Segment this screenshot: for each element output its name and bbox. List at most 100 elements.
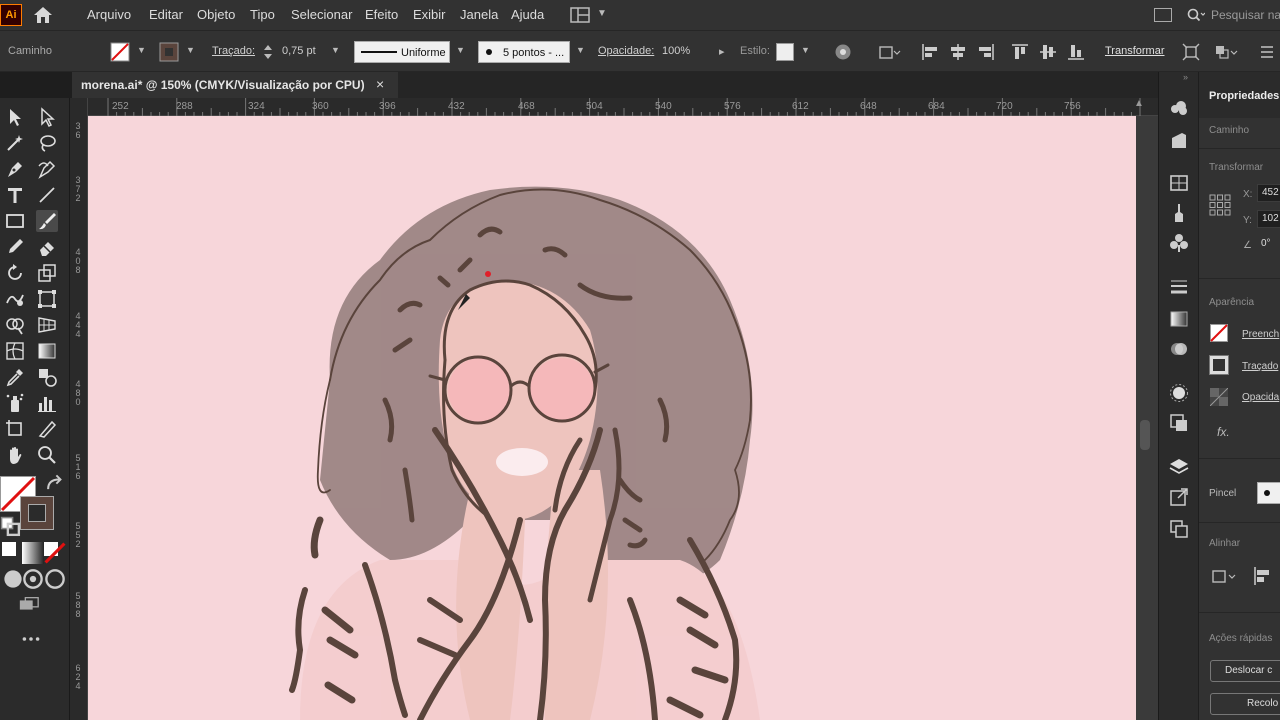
opacity-checker-icon[interactable] bbox=[1209, 387, 1229, 407]
draw-normal-icon[interactable] bbox=[2, 568, 22, 588]
search-box[interactable]: Pesquisar na bbox=[1185, 5, 1280, 25]
menu-editar[interactable]: Editar bbox=[149, 7, 183, 22]
eraser-tool-icon[interactable] bbox=[36, 236, 58, 258]
arrange-icon[interactable] bbox=[1214, 43, 1238, 61]
fx-icon[interactable]: fx. bbox=[1217, 425, 1230, 439]
stroke-color-icon[interactable] bbox=[1209, 355, 1229, 375]
stepper-icon[interactable] bbox=[262, 42, 274, 62]
default-fill-stroke-icon[interactable] bbox=[0, 516, 21, 537]
document-tab[interactable]: morena.ai* @ 150% (CMYK/Visualização por… bbox=[72, 72, 398, 98]
artboard-tool-icon[interactable] bbox=[4, 418, 26, 440]
color-mode-icon[interactable] bbox=[2, 542, 16, 556]
swap-fill-stroke-icon[interactable] bbox=[44, 474, 62, 490]
offset-path-button[interactable]: Deslocar c bbox=[1210, 660, 1280, 682]
gradient-tool-icon[interactable] bbox=[36, 340, 58, 362]
transform-link[interactable]: Transformar bbox=[1105, 45, 1165, 57]
workspace-grid-icon[interactable] bbox=[570, 7, 590, 23]
stroke-panel-icon[interactable] bbox=[1168, 276, 1190, 298]
panel-toggle-icon[interactable] bbox=[1154, 8, 1172, 22]
canvas-scroll-track[interactable] bbox=[1136, 116, 1158, 720]
chevron-right-icon[interactable]: ▸ bbox=[719, 45, 725, 58]
search-input[interactable]: Pesquisar na bbox=[1211, 8, 1280, 22]
slice-tool-icon[interactable] bbox=[36, 418, 58, 440]
opacity-label[interactable]: Opacida bbox=[1242, 392, 1279, 403]
paintbrush-tool-icon[interactable] bbox=[36, 210, 58, 232]
align-bottom-icon[interactable] bbox=[1067, 43, 1085, 61]
align-top-icon[interactable] bbox=[1011, 43, 1029, 61]
type-tool-icon[interactable] bbox=[4, 184, 26, 206]
align-to-icon[interactable] bbox=[878, 43, 901, 61]
menu-janela[interactable]: Janela bbox=[460, 7, 498, 22]
horizontal-ruler[interactable]: 252 288 324 360 396 432 468 504 540 576 … bbox=[72, 98, 1158, 116]
none-mode-icon[interactable] bbox=[44, 542, 66, 564]
symbols-icon[interactable] bbox=[1168, 232, 1190, 254]
artboard-canvas[interactable] bbox=[88, 116, 1136, 720]
magic-wand-tool-icon[interactable] bbox=[4, 132, 26, 154]
shaper-tool-icon[interactable] bbox=[4, 236, 26, 258]
panel-menu-icon[interactable] bbox=[1258, 43, 1276, 61]
collapse-icon[interactable]: » bbox=[1183, 72, 1188, 82]
menu-arquivo[interactable]: Arquivo bbox=[87, 7, 131, 22]
chevron-down-icon[interactable]: ▼ bbox=[186, 45, 195, 55]
mesh-tool-icon[interactable] bbox=[4, 340, 26, 362]
chevron-down-icon[interactable]: ▼ bbox=[801, 45, 810, 55]
pen-tool-icon[interactable] bbox=[4, 158, 26, 180]
rotate-tool-icon[interactable] bbox=[4, 262, 26, 284]
stroke-weight-input[interactable]: 0,75 pt bbox=[282, 45, 316, 57]
recolor-icon[interactable] bbox=[834, 43, 852, 61]
export-icon[interactable] bbox=[1168, 486, 1190, 508]
lasso-tool-icon[interactable] bbox=[36, 132, 58, 154]
artboards-icon[interactable] bbox=[1168, 518, 1190, 540]
chevron-down-icon[interactable]: ▼ bbox=[576, 45, 585, 55]
align-center-icon[interactable] bbox=[949, 43, 967, 61]
variable-width-profile[interactable]: Uniforme bbox=[354, 41, 450, 63]
symbol-sprayer-tool-icon[interactable] bbox=[4, 392, 26, 414]
gradient-panel-icon[interactable] bbox=[1168, 308, 1190, 330]
layers-icon[interactable] bbox=[1168, 456, 1190, 478]
chevron-down-icon[interactable]: ▼ bbox=[456, 45, 465, 55]
graphic-styles-icon[interactable] bbox=[1168, 412, 1190, 434]
chevron-down-icon[interactable]: ▼ bbox=[331, 45, 340, 55]
draw-inside-icon[interactable] bbox=[44, 568, 65, 589]
draw-behind-icon[interactable] bbox=[22, 568, 43, 589]
screen-mode-icon[interactable] bbox=[18, 594, 42, 612]
opacity-label[interactable]: Opacidade: bbox=[598, 45, 654, 57]
properties-title[interactable]: Propriedades bbox=[1209, 90, 1279, 102]
x-input[interactable]: 452 bbox=[1257, 184, 1280, 202]
libraries-icon[interactable] bbox=[1168, 98, 1190, 120]
rectangle-tool-icon[interactable] bbox=[4, 210, 26, 232]
warp-tool-icon[interactable] bbox=[4, 288, 26, 310]
eyedropper-tool-icon[interactable] bbox=[4, 366, 26, 388]
align-left-icon[interactable] bbox=[921, 43, 939, 61]
blend-tool-icon[interactable] bbox=[36, 366, 58, 388]
asset-export-icon[interactable] bbox=[1168, 130, 1190, 152]
menu-objeto[interactable]: Objeto bbox=[197, 7, 235, 22]
brush-definition[interactable]: 5 pontos - ... bbox=[478, 41, 570, 63]
fill-none-swatch-icon[interactable] bbox=[110, 42, 130, 62]
stroke-swatch-icon[interactable] bbox=[159, 42, 179, 62]
stroke-label[interactable]: Traçado bbox=[1242, 361, 1278, 372]
free-transform-tool-icon[interactable] bbox=[36, 288, 58, 310]
direct-selection-tool-icon[interactable] bbox=[36, 106, 58, 128]
stroke-label[interactable]: Traçado: bbox=[212, 45, 255, 57]
color-guide-icon[interactable] bbox=[1168, 172, 1190, 194]
brushes-icon[interactable] bbox=[1168, 202, 1190, 224]
vertical-ruler[interactable]: 36 372 408 444 480 516 552 588 624 bbox=[70, 98, 88, 720]
curvature-tool-icon[interactable] bbox=[36, 158, 58, 180]
menu-tipo[interactable]: Tipo bbox=[250, 7, 275, 22]
graphic-style-swatch[interactable] bbox=[776, 43, 794, 61]
close-icon[interactable]: × bbox=[376, 76, 384, 92]
column-graph-tool-icon[interactable] bbox=[36, 392, 58, 414]
reference-point-icon[interactable] bbox=[1209, 194, 1231, 216]
fill-label[interactable]: Preench bbox=[1242, 329, 1279, 340]
menu-selecionar[interactable]: Selecionar bbox=[291, 7, 352, 22]
hand-tool-icon[interactable] bbox=[4, 444, 26, 466]
align-middle-icon[interactable] bbox=[1039, 43, 1057, 61]
fill-none-icon[interactable] bbox=[1210, 324, 1228, 342]
scale-tool-icon[interactable] bbox=[36, 262, 58, 284]
align-to-icon[interactable] bbox=[1211, 566, 1241, 586]
perspective-grid-tool-icon[interactable] bbox=[36, 314, 58, 336]
menu-efeito[interactable]: Efeito bbox=[365, 7, 398, 22]
gradient-mode-icon[interactable] bbox=[22, 542, 44, 564]
menu-ajuda[interactable]: Ajuda bbox=[511, 7, 544, 22]
